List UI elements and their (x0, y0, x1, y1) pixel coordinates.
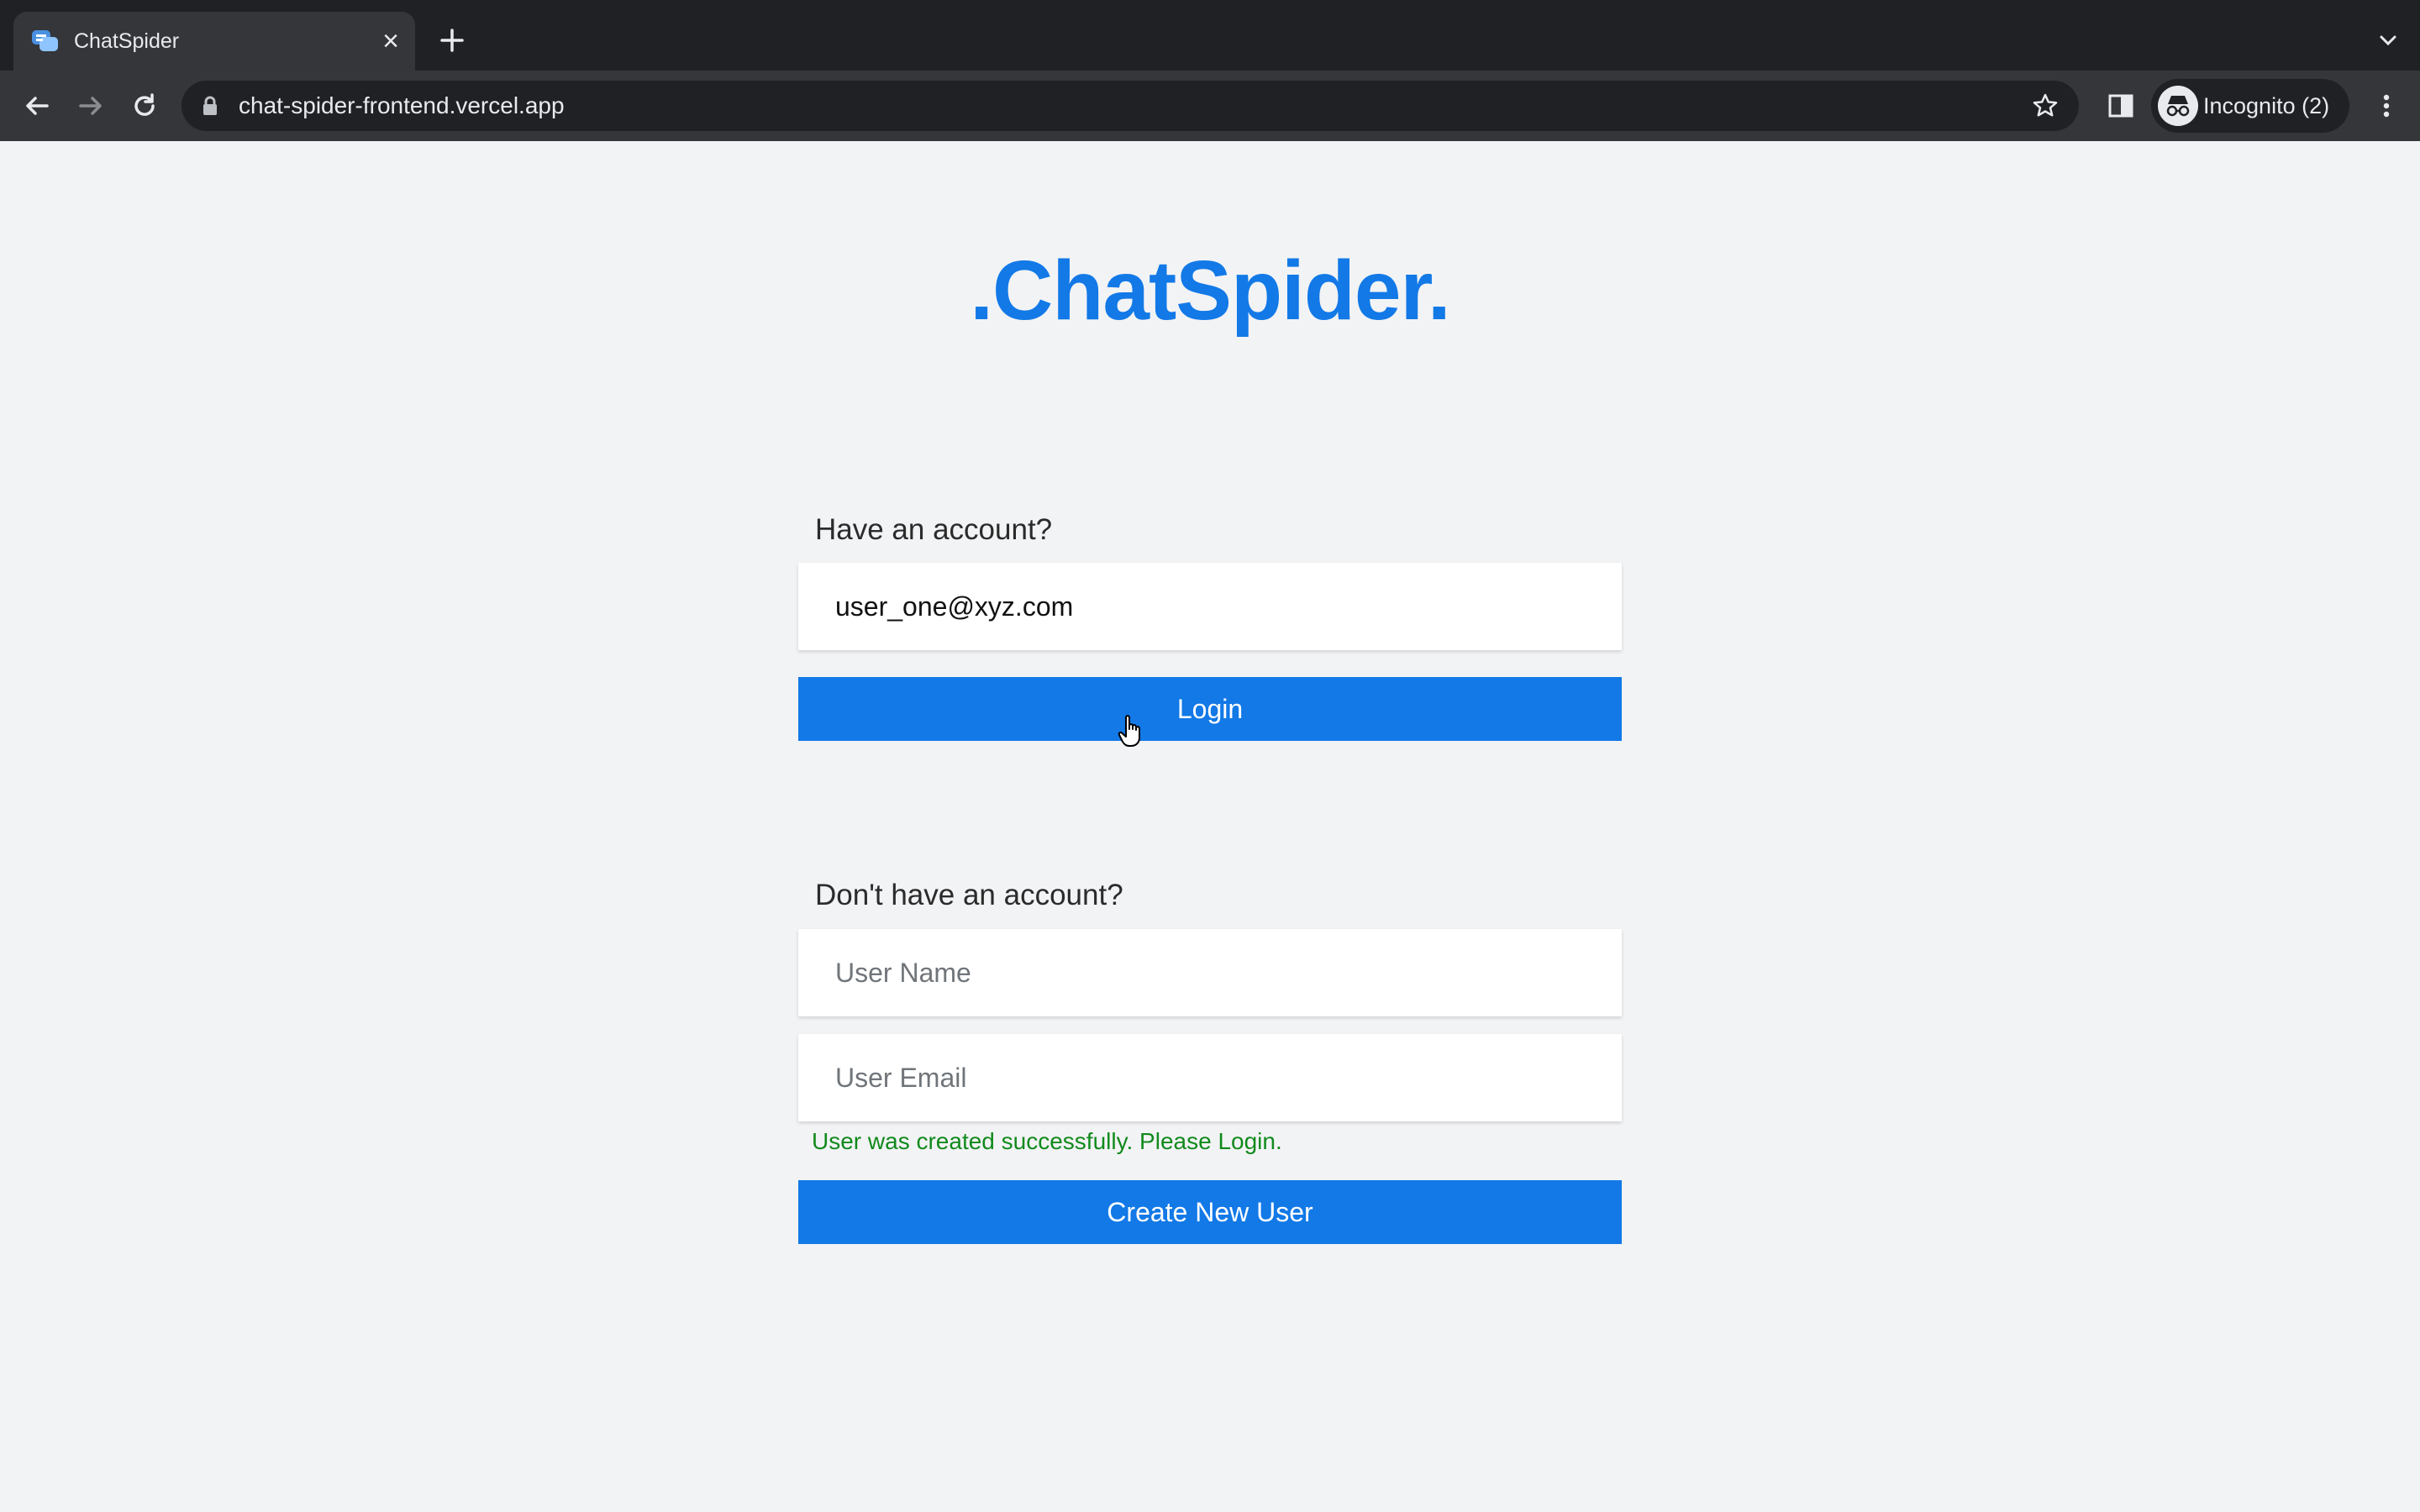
brand-logo: .ChatSpider. (970, 244, 1450, 338)
bookmark-star-icon[interactable] (2030, 91, 2060, 121)
lock-icon (203, 96, 217, 115)
browser-tab[interactable]: ChatSpider × (13, 12, 415, 71)
browser-toolbar: chat-spider-frontend.vercel.app Incognit… (0, 71, 2420, 141)
incognito-icon (2158, 86, 2198, 126)
back-arrow-icon[interactable] (18, 87, 55, 124)
create-user-button[interactable]: Create New User (798, 1180, 1622, 1244)
chat-bubbles-icon (32, 30, 58, 51)
signup-heading: Don't have an account? (815, 879, 1123, 911)
reload-icon[interactable] (126, 87, 163, 124)
address-bar[interactable]: chat-spider-frontend.vercel.app (182, 81, 2079, 131)
login-button[interactable]: Login (798, 677, 1622, 741)
hand-pointer-icon (1118, 715, 1140, 747)
forward-arrow-icon[interactable] (72, 87, 109, 124)
tab-strip: ChatSpider × (0, 0, 2420, 71)
user-email-input[interactable] (798, 1034, 1622, 1121)
new-tab-icon[interactable] (434, 22, 471, 59)
browser-chrome: ChatSpider × chat-spider-frontend.vercel… (0, 0, 2420, 141)
success-message: User was created successfully. Please Lo… (812, 1128, 1282, 1154)
incognito-profile-button[interactable]: Incognito (2) (2151, 79, 2349, 133)
login-heading: Have an account? (815, 513, 1053, 546)
side-panel-icon[interactable] (2102, 87, 2139, 124)
profile-label: Incognito (2) (2203, 93, 2330, 118)
login-email-input[interactable] (798, 563, 1622, 650)
url-text: chat-spider-frontend.vercel.app (239, 92, 565, 118)
user-name-input[interactable] (798, 929, 1622, 1016)
chevron-down-icon[interactable] (2373, 25, 2403, 55)
tab-title: ChatSpider (74, 29, 180, 53)
close-tab-icon[interactable]: × (373, 24, 408, 59)
more-menu-icon[interactable] (2368, 87, 2405, 124)
